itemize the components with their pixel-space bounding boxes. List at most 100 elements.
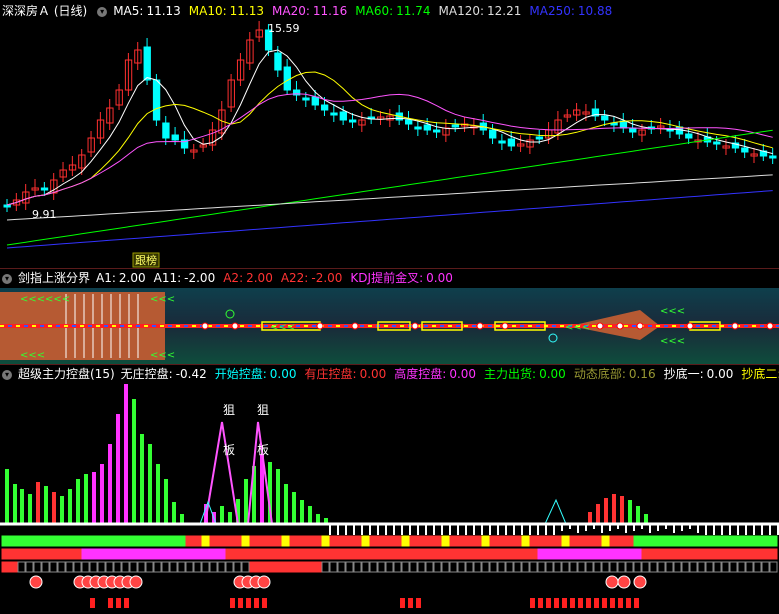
status-cell	[473, 561, 482, 573]
status-cell	[401, 535, 410, 547]
status-cell	[761, 561, 770, 573]
arrow-mark: <<<	[20, 350, 45, 361]
histogram-bar	[84, 474, 88, 524]
status-cell	[329, 548, 338, 560]
status-cell	[129, 548, 138, 560]
status-cell	[369, 561, 378, 573]
status-cell	[273, 548, 282, 560]
signal-dot	[316, 322, 324, 330]
collapse-toggle-icon[interactable]: ▾	[2, 369, 12, 380]
status-cell	[305, 535, 314, 547]
status-cell	[521, 548, 530, 560]
status-cell	[217, 535, 226, 547]
status-cell	[633, 561, 642, 573]
candle-body	[152, 79, 161, 121]
status-cell	[1, 548, 10, 560]
status-cell	[737, 548, 746, 560]
status-cell	[33, 561, 42, 573]
status-cell	[329, 535, 338, 547]
legend-item: 无庄控盘:	[120, 367, 173, 381]
status-cell	[457, 548, 466, 560]
status-cell	[729, 561, 738, 573]
status-cell	[697, 548, 706, 560]
status-cell	[81, 561, 90, 573]
bottom-signal-bar	[570, 598, 575, 608]
status-cell	[537, 535, 546, 547]
status-cell	[345, 548, 354, 560]
status-cell	[113, 561, 122, 573]
status-cell	[185, 561, 194, 573]
legend-value: 11.13	[146, 4, 181, 18]
status-cell	[585, 561, 594, 573]
status-cell	[385, 561, 394, 573]
status-cell	[665, 548, 674, 560]
status-cell	[641, 535, 650, 547]
status-cell	[41, 535, 50, 547]
histogram-bar	[28, 494, 32, 524]
status-cell	[697, 561, 706, 573]
arrow-mark: <<<	[150, 294, 175, 305]
status-cell	[769, 561, 778, 573]
collapse-toggle-icon[interactable]: ▾	[2, 273, 12, 284]
bottom-signal-bar	[602, 598, 607, 608]
status-cell	[729, 535, 738, 547]
histogram-bar	[164, 479, 168, 524]
histogram-bar	[228, 512, 232, 524]
status-cell	[257, 548, 266, 560]
legend-item: MA20:	[272, 4, 310, 18]
status-cell	[513, 535, 522, 547]
bottom-signal-bar	[586, 598, 591, 608]
status-cell	[601, 548, 610, 560]
status-cell	[177, 548, 186, 560]
status-cell	[769, 535, 778, 547]
status-cell	[601, 535, 610, 547]
legend-value: 11.13	[229, 4, 265, 18]
buy-signal-ball	[129, 575, 143, 589]
status-cell	[257, 535, 266, 547]
status-cell	[49, 548, 58, 560]
status-cell	[369, 548, 378, 560]
status-cell	[361, 535, 370, 547]
signal-dot	[616, 322, 624, 330]
candle-body	[302, 97, 310, 101]
buy-signal-ball	[257, 575, 271, 589]
status-cell	[225, 535, 234, 547]
status-cell	[537, 548, 546, 560]
status-cell	[537, 561, 546, 573]
status-cell	[161, 561, 170, 573]
status-cell	[337, 561, 346, 573]
signal-dot	[596, 322, 604, 330]
status-cell	[505, 535, 514, 547]
candle-body	[498, 140, 506, 144]
collapse-toggle-icon[interactable]: ▾	[97, 6, 108, 17]
status-cell	[145, 548, 154, 560]
histogram-bar	[132, 399, 136, 524]
status-cell	[449, 548, 458, 560]
histogram-bar	[140, 434, 144, 524]
histogram-bar	[244, 479, 248, 524]
status-cell	[185, 548, 194, 560]
status-cell	[89, 548, 98, 560]
histogram-bar	[172, 502, 176, 524]
histogram-bar	[5, 469, 9, 524]
status-cell	[681, 548, 690, 560]
status-cell	[249, 535, 258, 547]
status-cell	[417, 535, 426, 547]
status-cell	[113, 548, 122, 560]
status-cell	[481, 548, 490, 560]
status-cell	[609, 561, 618, 573]
status-cell	[481, 561, 490, 573]
histogram-bar	[76, 479, 80, 524]
candle-body	[741, 147, 749, 153]
status-cell	[401, 561, 410, 573]
bottom-signal-bar	[562, 598, 567, 608]
buy-signal-ball	[633, 575, 647, 589]
candle-body	[433, 129, 441, 133]
status-cell	[689, 548, 698, 560]
bottom-signal-bar	[416, 598, 421, 608]
histogram-bar	[612, 494, 616, 524]
status-cell	[17, 561, 26, 573]
legend-item: A22:	[280, 271, 309, 285]
candle-body	[274, 52, 282, 71]
status-cell	[713, 548, 722, 560]
